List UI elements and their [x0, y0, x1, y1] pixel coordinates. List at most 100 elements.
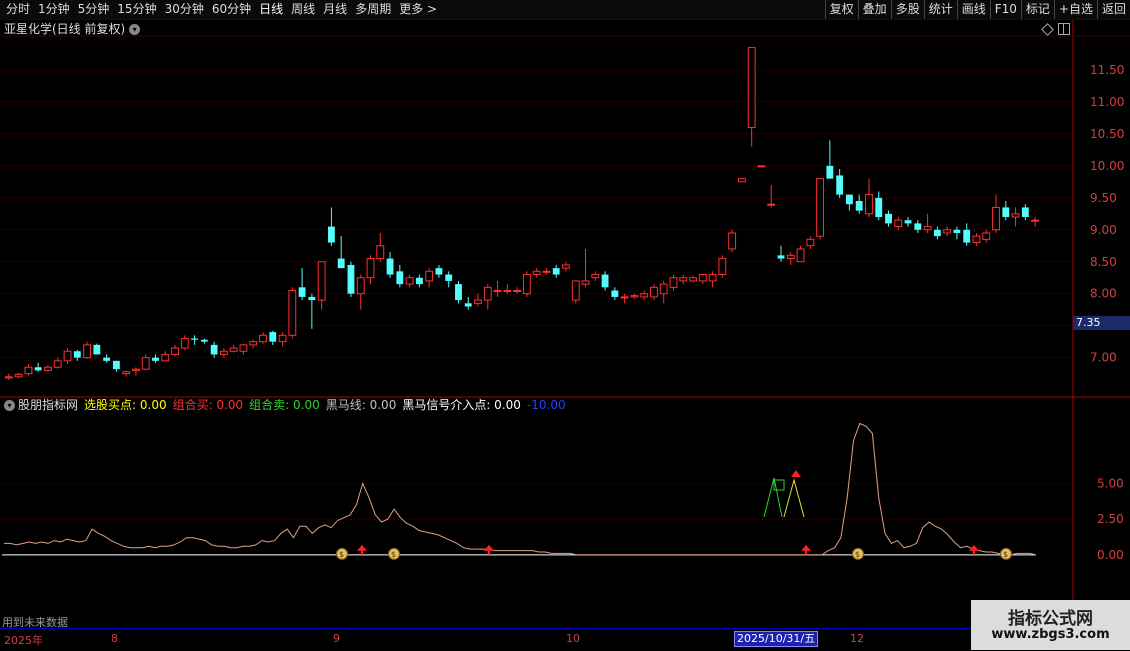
- candle-body: [161, 353, 170, 362]
- buy-arrow-icon: [801, 544, 811, 551]
- candle-body: [249, 341, 258, 346]
- candle-body: [24, 366, 33, 375]
- money-bag-icon: $: [336, 547, 348, 560]
- indicator-name[interactable]: 股朋指标网: [18, 398, 78, 413]
- stock-title: 亚星化学(日线 前复权): [4, 22, 126, 36]
- period-tab-10[interactable]: 更多 >: [395, 0, 441, 19]
- candle-body: [356, 277, 365, 295]
- price-tick-label: 11.50: [1090, 63, 1124, 77]
- candle-body: [396, 271, 404, 285]
- money-bag-glyph: $: [1003, 550, 1008, 559]
- watermark-title: 指标公式网: [1008, 609, 1093, 629]
- indicator-item-5: -10.00: [526, 398, 566, 412]
- candle-body: [210, 344, 218, 355]
- signal-box: [773, 479, 785, 491]
- candle-body: [923, 226, 932, 231]
- tool-button-0[interactable]: 复权: [824, 0, 858, 19]
- candle-body: [308, 296, 316, 301]
- chevron-down-icon[interactable]: ▾: [129, 23, 141, 35]
- candle-body: [191, 338, 199, 340]
- candle-body: [885, 213, 892, 224]
- period-tab-8[interactable]: 月线: [319, 0, 351, 19]
- candle-body: [347, 264, 355, 294]
- date-label-sep: 9: [333, 632, 340, 645]
- tool-button-1[interactable]: 叠加: [857, 0, 891, 19]
- money-bag-glyph: $: [855, 550, 860, 559]
- candle-body: [659, 283, 668, 295]
- candle-body: [298, 287, 306, 297]
- candle-body: [728, 232, 737, 250]
- candle-body: [132, 368, 140, 371]
- period-tab-5[interactable]: 60分钟: [208, 0, 255, 19]
- money-bag-glyph: $: [391, 550, 396, 559]
- candle-body: [171, 347, 179, 355]
- money-bag-glyph: $: [339, 550, 344, 559]
- period-tab-0[interactable]: 分时: [2, 0, 34, 19]
- candle-body: [571, 280, 580, 301]
- candle-body: [425, 270, 434, 282]
- candle-body: [747, 47, 756, 128]
- candle-body: [522, 274, 531, 295]
- period-tab-7[interactable]: 周线: [287, 0, 319, 19]
- candle-body: [816, 178, 825, 237]
- chevron-down-icon[interactable]: ▾: [4, 400, 15, 411]
- candle-body: [366, 258, 375, 279]
- period-tab-3[interactable]: 15分钟: [113, 0, 160, 19]
- candle-body: [317, 261, 326, 301]
- split-pane-icon[interactable]: [1058, 23, 1070, 35]
- candle-body: [1021, 207, 1029, 217]
- tool-button-5[interactable]: F10: [989, 0, 1021, 19]
- candle-body: [455, 284, 462, 301]
- buy-arrow-icon: [357, 544, 367, 551]
- candle-body: [737, 178, 746, 183]
- candle-body: [689, 277, 697, 282]
- candle-body: [904, 220, 912, 224]
- indicator-legend: ▾ 股朋指标网 选股买点: 0.00 组合买: 0.00 组合卖: 0.00 黑马线:…: [4, 398, 572, 413]
- watermark: 指标公式网 www.zbgs3.com: [971, 600, 1130, 650]
- candle-body: [180, 337, 189, 349]
- price-tick-label: 9.00: [1090, 223, 1117, 237]
- tool-button-4[interactable]: 画线: [956, 0, 990, 19]
- buy-arrow-icon: [969, 544, 979, 551]
- candle-body: [445, 274, 453, 281]
- candle-body: [122, 371, 131, 375]
- date-label-oct: 10: [566, 632, 580, 645]
- candle-body: [269, 332, 277, 342]
- candle-body: [630, 295, 639, 298]
- candle-body: [679, 277, 688, 282]
- tool-button-6[interactable]: 标记: [1020, 0, 1054, 19]
- candle-body: [865, 194, 873, 215]
- candle-body: [552, 268, 560, 275]
- candle-body: [757, 165, 766, 168]
- candle-body: [278, 334, 287, 343]
- heima-line: [4, 422, 1037, 556]
- candle-body: [1011, 213, 1020, 218]
- candle-body: [327, 226, 335, 243]
- period-tab-4[interactable]: 30分钟: [161, 0, 208, 19]
- period-tab-6[interactable]: 日线: [255, 0, 287, 19]
- period-tab-9[interactable]: 多周期: [351, 0, 395, 19]
- money-bag-shape: [388, 547, 400, 560]
- price-tick-label: 10.00: [1090, 159, 1124, 173]
- candle-body: [503, 290, 512, 293]
- candle-body: [855, 201, 863, 211]
- candle-body: [83, 344, 91, 359]
- diamond-icon[interactable]: [1041, 23, 1054, 36]
- period-tab-1[interactable]: 1分钟: [34, 0, 74, 19]
- candle-body: [620, 296, 629, 299]
- indicator-tick-label: 5.00: [1097, 476, 1124, 490]
- candle-body: [376, 245, 385, 260]
- period-tab-2[interactable]: 5分钟: [74, 0, 114, 19]
- price-tick-label: 7.00: [1090, 351, 1117, 365]
- money-bag-shape: [1000, 547, 1012, 560]
- date-cursor-label: 2025/10/31/五: [734, 631, 819, 647]
- candle-body: [53, 360, 62, 368]
- tool-button-3[interactable]: 统计: [923, 0, 957, 19]
- kline-chart: 11.5011.0010.5010.009.509.008.508.007.50…: [0, 20, 1130, 646]
- candle-body: [650, 286, 658, 298]
- tool-button-2[interactable]: 多股: [890, 0, 924, 19]
- tool-button-7[interactable]: +自选: [1053, 0, 1097, 19]
- date-label-year: 2025年: [4, 634, 43, 647]
- candle-body: [483, 286, 492, 301]
- tool-button-8[interactable]: 返回: [1096, 0, 1130, 19]
